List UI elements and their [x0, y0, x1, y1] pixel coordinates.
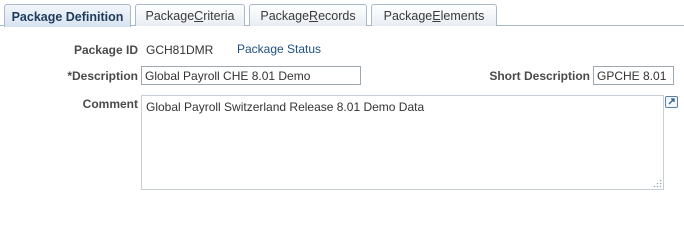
tab-label-prefix: Package [260, 9, 310, 23]
tab-package-criteria[interactable]: Package Criteria [135, 4, 245, 26]
package-id-label: Package ID [73, 43, 138, 57]
package-status-link[interactable]: Package Status [237, 42, 321, 56]
description-input[interactable] [141, 66, 361, 85]
tab-label-accesskey: C [194, 9, 204, 23]
description-label: *Description [67, 69, 138, 83]
short-description-label: Short Description [489, 69, 590, 83]
tab-package-records[interactable]: Package Records [249, 4, 367, 26]
tab-label-accesskey: E [432, 9, 441, 23]
tab-bar: Package Definition Package Criteria Pack… [0, 0, 684, 27]
tab-package-elements[interactable]: Package Elements [371, 4, 497, 26]
comment-textarea[interactable]: Global Payroll Switzerland Release 8.01 … [141, 95, 664, 190]
tab-label-prefix: Package [383, 9, 433, 23]
short-description-input[interactable] [593, 66, 674, 85]
tab-label-suffix: lements [440, 9, 485, 23]
expand-icon[interactable] [665, 96, 678, 108]
resize-grip-icon[interactable] [653, 179, 662, 188]
package-id-value: GCH81DMR [146, 43, 214, 57]
tab-label-prefix: Package [145, 9, 195, 23]
tab-label-suffix: ecords [318, 9, 356, 23]
comment-label: Comment [82, 97, 138, 111]
tab-package-definition[interactable]: Package Definition [4, 4, 131, 27]
tab-label: Package Definition [11, 9, 124, 24]
tab-label-suffix: riteria [203, 9, 235, 23]
tab-label-accesskey: R [309, 9, 319, 23]
